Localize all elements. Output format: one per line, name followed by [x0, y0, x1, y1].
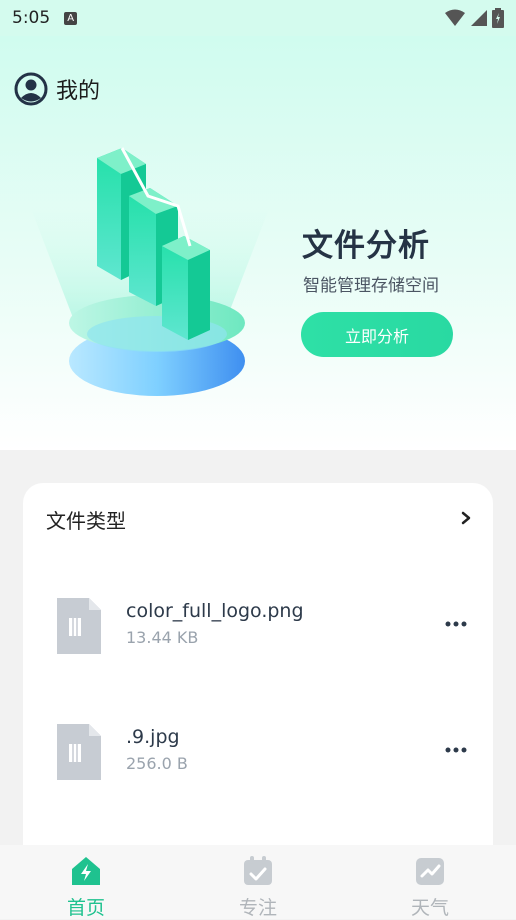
signal-icon [471, 10, 487, 26]
file-name: .9.jpg [126, 726, 180, 748]
more-options-icon[interactable] [441, 614, 471, 634]
home-icon [72, 857, 100, 885]
analyze-now-button[interactable]: 立即分析 [301, 312, 453, 357]
profile-label: 我的 [56, 79, 101, 104]
status-indicators [444, 8, 504, 28]
file-types-title[interactable]: 文件类型 [46, 505, 126, 534]
tab-home[interactable]: 首页 [36, 845, 136, 919]
file-size: 13.44 KB [126, 628, 199, 647]
file-types-card: 文件类型 color_full_logo.png 13.44 KB .9.jpg… [23, 483, 493, 883]
tab-weather[interactable]: 天气 [380, 845, 480, 919]
status-time: 5:05 [12, 8, 51, 28]
hero-subtitle: 智能管理存储空间 [303, 276, 439, 296]
profile-link[interactable]: 我的 [14, 72, 100, 106]
file-list-item[interactable]: .9.jpg 256.0 B [23, 718, 493, 788]
hero-banner: 我的 文件分析 智能管理存储空间 立即分析 [0, 36, 516, 450]
tab-focus[interactable]: 专注 [208, 845, 308, 919]
tab-label: 专注 [238, 897, 277, 919]
chevron-right-icon[interactable] [459, 511, 473, 525]
file-icon [57, 598, 101, 654]
tab-label: 首页 [66, 897, 105, 919]
calendar-icon [244, 856, 272, 885]
file-analysis-illustration [30, 147, 270, 396]
file-size: 256.0 B [126, 754, 188, 773]
wifi-icon [445, 9, 465, 26]
tab-label: 天气 [410, 897, 449, 919]
notification-icon: A [64, 11, 78, 25]
battery-icon [492, 8, 504, 28]
user-avatar-icon [14, 72, 48, 106]
bottom-tab-bar: 首页 专注 天气 [0, 845, 516, 919]
hero-title: 文件分析 [302, 228, 430, 264]
more-options-icon[interactable] [441, 740, 471, 760]
file-list-item[interactable]: color_full_logo.png 13.44 KB [23, 592, 493, 662]
status-bar: 5:05 A [0, 0, 516, 36]
file-name: color_full_logo.png [126, 600, 304, 622]
weather-chart-icon [416, 858, 444, 885]
file-icon [57, 724, 101, 780]
